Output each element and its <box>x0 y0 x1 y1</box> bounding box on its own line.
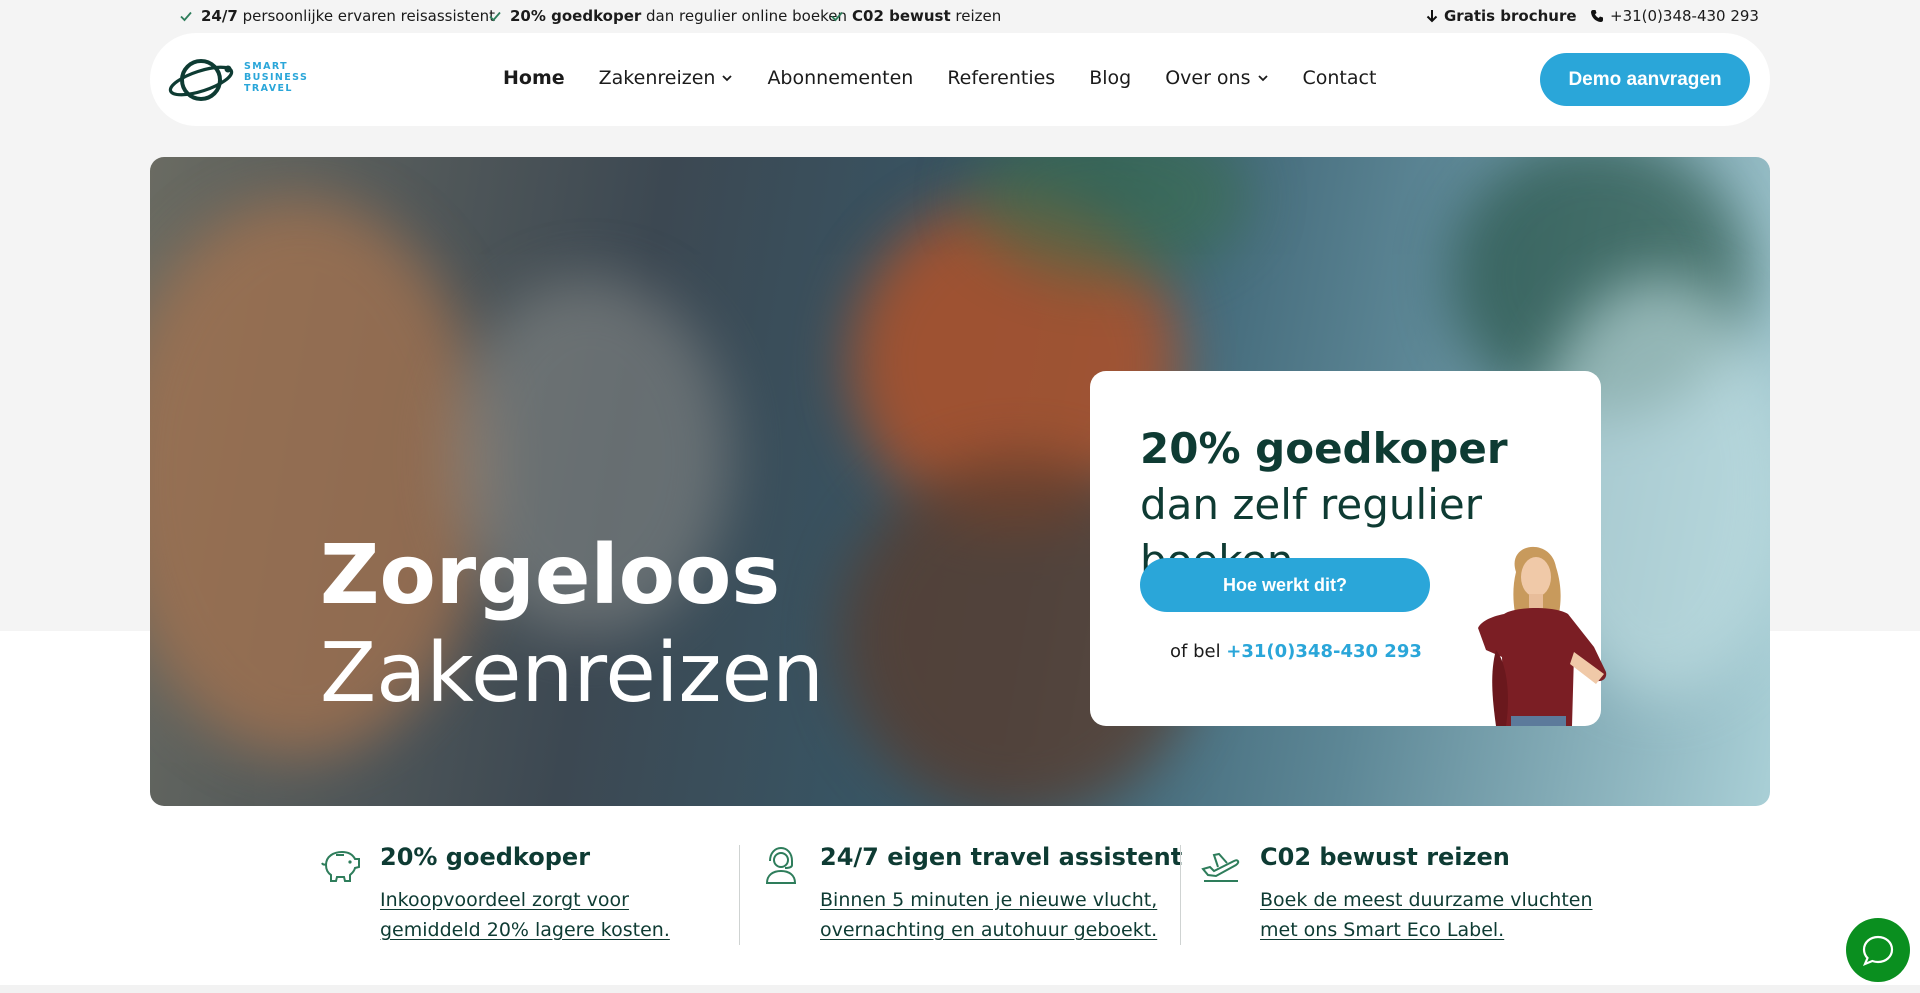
travel-assistant-photo <box>1478 546 1607 726</box>
hero-title-bold: Zorgeloos <box>320 528 781 623</box>
call-line: of bel +31(0)348-430 293 <box>1170 641 1422 662</box>
globe-orbit-logo-icon <box>168 59 234 101</box>
feature-title: C02 bewust reizen <box>1260 843 1510 871</box>
check-icon <box>831 11 843 22</box>
chevron-down-icon <box>722 75 733 82</box>
chat-widget-button[interactable] <box>1846 918 1910 982</box>
logo-text: SMART BUSINESS TRAVEL <box>244 61 309 94</box>
support-agent-icon <box>765 846 797 884</box>
top-bar: 24/7 persoonlijke ervaren reisassistent … <box>0 0 1920 32</box>
primary-nav: Home Zakenreizen Abonnementen Referentie… <box>503 67 1376 89</box>
usp-item: C02 bewust reizen <box>830 7 1001 25</box>
brochure-label: Gratis brochure <box>1444 7 1577 25</box>
feature-link[interactable]: Boek de meest duurzame vluchten met ons … <box>1260 885 1600 945</box>
check-icon <box>180 11 192 22</box>
nav-item-home[interactable]: Home <box>503 67 565 89</box>
phone-link[interactable]: +31(0)348-430 293 <box>1590 7 1759 25</box>
nav-item-zakenreizen[interactable]: Zakenreizen <box>599 67 734 89</box>
usp-strong: C02 bewust <box>852 7 951 25</box>
nav-item-abonnementen[interactable]: Abonnementen <box>767 67 913 89</box>
brochure-link[interactable]: Gratis brochure <box>1426 7 1577 25</box>
usp-text: dan regulier online boeken <box>641 7 847 25</box>
usp-item: 20% goedkoper dan regulier online boeken <box>488 7 847 25</box>
usp-strong: 20% goedkoper <box>510 7 642 25</box>
main-navbar: SMART BUSINESS TRAVEL Home Zakenreizen A… <box>150 33 1770 126</box>
nav-item-blog[interactable]: Blog <box>1089 67 1131 89</box>
feature-divider <box>1180 845 1181 945</box>
nav-item-over-ons[interactable]: Over ons <box>1165 67 1268 89</box>
usp-item: 24/7 persoonlijke ervaren reisassistent <box>179 7 495 25</box>
feature-title: 24/7 eigen travel assistent <box>820 843 1183 871</box>
arrow-down-icon <box>1426 10 1438 23</box>
how-it-works-button[interactable]: Hoe werkt dit? <box>1140 558 1430 612</box>
piggy-bank-icon <box>321 850 360 882</box>
usp-text: reizen <box>950 7 1002 25</box>
hero-title: Zorgeloos Zakenreizen <box>320 527 824 723</box>
feature-title: 20% goedkoper <box>380 843 591 871</box>
nav-item-referenties[interactable]: Referenties <box>947 67 1055 89</box>
check-icon <box>489 11 501 22</box>
usp-text: persoonlijke ervaren reisassistent <box>237 7 495 25</box>
feature-link[interactable]: Inkoopvoordeel zorgt voor gemiddeld 20% … <box>380 885 720 945</box>
chevron-down-icon <box>1257 75 1268 82</box>
nav-item-contact[interactable]: Contact <box>1303 67 1377 89</box>
feature-link[interactable]: Binnen 5 minuten je nieuwe vlucht, overn… <box>820 885 1160 945</box>
demo-request-button[interactable]: Demo aanvragen <box>1540 53 1750 106</box>
feature-divider <box>739 845 740 945</box>
chat-bubble-icon <box>1862 935 1894 967</box>
usp-strong: 24/7 <box>201 7 238 25</box>
page-background-strip <box>0 985 1920 993</box>
plane-takeoff-icon <box>1201 852 1240 882</box>
phone-icon <box>1591 10 1603 22</box>
phone-number: +31(0)348-430 293 <box>1610 7 1759 25</box>
card-phone-link[interactable]: +31(0)348-430 293 <box>1226 641 1422 662</box>
hero-title-light: Zakenreizen <box>320 626 825 721</box>
